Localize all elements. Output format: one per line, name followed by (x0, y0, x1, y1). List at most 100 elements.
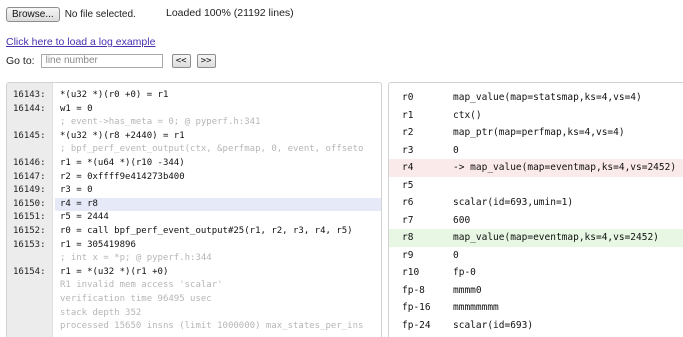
register-row-r9: r9 0 (389, 247, 683, 265)
log-line[interactable]: 16149: r3 = 0 (7, 184, 381, 198)
log-comment-line[interactable]: processed 15650 insns (limit 1000000) ma… (7, 320, 381, 334)
register-value: map_ptr(map=perfmap,ks=4,vs=4) (453, 127, 625, 138)
browse-button[interactable]: Browse... (6, 6, 60, 22)
load-example-link[interactable]: Click here to load a log example (6, 36, 155, 48)
line-text: r1 = 305419896 (60, 239, 136, 250)
register-row-r10: r10 fp-0 (389, 264, 683, 282)
log-line[interactable]: 16143: *(u32 *)(r0 +0) = r1 (7, 89, 381, 103)
register-row-r0: r0 map_value(map=statsmap,ks=4,vs=4) (389, 89, 683, 107)
line-text: r4 = r8 (60, 198, 98, 209)
log-comment-line[interactable]: ; bpf_perf_event_output(ctx, &perfmap, 0… (7, 143, 381, 157)
register-value: -> map_value(map=eventmap,ks=4,vs=2452) (453, 162, 677, 173)
log-line[interactable]: 16151: r5 = 2444 (7, 211, 381, 225)
line-text: r5 = 2444 (60, 212, 109, 223)
line-text: w1 = 0 (60, 103, 93, 114)
log-line[interactable]: 16146: r1 = *(u64 *)(r10 -344) (7, 157, 381, 171)
register-value: 600 (453, 214, 471, 226)
log-line[interactable]: 16153: r1 = 305419896 (7, 239, 381, 253)
goto-bar: Go to: << >> (6, 53, 216, 68)
register-row-fp-16: fp-16 mmmmmmmm (389, 299, 683, 317)
register-value: ctx() (453, 109, 482, 121)
file-toolbar: Browse... No file selected. Loaded 100% … (6, 6, 294, 22)
register-state-panel: r0 map_value(map=statsmap,ks=4,vs=4) r1 ctx… (388, 82, 683, 337)
register-value: map_value(map=statsmap,ks=4,vs=4) (453, 92, 642, 103)
log-comment-line[interactable]: stack depth 352 (7, 307, 381, 321)
log-panel[interactable]: 16143: *(u32 *)(r0 +0) = r1 16144: w1 = 0 ; … (6, 82, 382, 337)
register-row-r6: r6 scalar(id=693,umin=1) (389, 194, 683, 212)
line-text: r0 = call bpf_perf_event_output#25(r1, r… (60, 226, 353, 236)
line-number: 16154: (13, 266, 46, 277)
line-text: *(u32 *)(r0 +0) = r1 (60, 90, 169, 100)
register-value: scalar(id=693) (453, 319, 534, 331)
log-comment-line[interactable]: R1 invalid mem access 'scalar' (7, 279, 381, 293)
register-value: fp-0 (453, 267, 476, 278)
register-name: r1 (402, 109, 414, 121)
register-name: r5 (402, 179, 414, 191)
log-line[interactable]: 16147: r2 = 0xffff9e414273b400 (7, 171, 381, 185)
log-line[interactable]: 16145: *(u32 *)(r8 +2440) = r1 (7, 130, 381, 144)
register-name: r3 (402, 144, 414, 156)
log-line[interactable]: 16144: w1 = 0 (7, 103, 381, 117)
next-button[interactable]: >> (196, 53, 216, 68)
line-number-input[interactable] (40, 53, 163, 68)
selected-line-highlight (55, 197, 381, 212)
log-comment-line[interactable]: verification time 96495 usec (7, 293, 381, 307)
register-name: r10 (402, 267, 420, 278)
line-number: 16147: (13, 171, 46, 182)
register-row-r8: r8 map_value(map=eventmap,ks=4,vs=2452) (389, 229, 683, 247)
line-text: ; event->has_meta = 0; @ pyperf.h:341 (60, 117, 261, 128)
register-name: r8 (402, 232, 414, 243)
line-number: 16152: (13, 226, 46, 236)
line-text: *(u32 *)(r8 +2440) = r1 (60, 130, 185, 141)
line-number: 16151: (13, 212, 46, 223)
line-text: r3 = 0 (60, 185, 93, 196)
line-text: ; bpf_perf_event_output(ctx, &perfmap, 0… (60, 144, 364, 155)
line-text: r2 = 0xffff9e414273b400 (60, 171, 185, 182)
register-name: fp-16 (402, 302, 431, 313)
register-row-r3: r3 0 (389, 142, 683, 160)
prev-button[interactable]: << (171, 53, 191, 68)
register-row-fp-24: fp-24 scalar(id=693) (389, 317, 683, 335)
register-row-fp-8: fp-8 mmmm0 (389, 282, 683, 300)
line-number: 16146: (13, 158, 46, 168)
register-name: r2 (402, 127, 414, 138)
register-name: fp-24 (402, 319, 431, 331)
log-line[interactable]: 16152: r0 = call bpf_perf_event_output#25… (7, 225, 381, 239)
register-value: mmmm0 (453, 284, 482, 296)
register-value: 0 (453, 144, 459, 156)
register-row-r2: r2 map_ptr(map=perfmap,ks=4,vs=4) (389, 124, 683, 142)
line-text: verification time 96495 usec (60, 294, 212, 304)
line-text: r1 = *(u64 *)(r10 -344) (60, 158, 185, 168)
register-row-r7: r7 600 (389, 212, 683, 230)
log-comment-line[interactable]: ; int x = *p; @ pyperf.h:344 (7, 252, 381, 266)
line-number: 16145: (13, 130, 46, 141)
register-row-r1: r1 ctx() (389, 107, 683, 125)
log-line-selected[interactable]: 16150: r4 = r8 (7, 197, 381, 212)
register-row-r4: r4 -> map_value(map=eventmap,ks=4,vs=2452… (389, 159, 683, 177)
log-line[interactable]: 16154: r1 = *(u32 *)(r1 +0) (7, 266, 381, 280)
line-text: processed 15650 insns (limit 1000000) ma… (60, 321, 364, 332)
register-row-r5: r5 (389, 177, 683, 195)
line-number: 16144: (13, 103, 46, 114)
register-name: r6 (402, 197, 414, 208)
line-number: 16143: (13, 90, 46, 100)
register-name: r0 (402, 92, 414, 103)
goto-label: Go to: (6, 54, 35, 67)
register-value: map_value(map=eventmap,ks=4,vs=2452) (453, 232, 659, 243)
line-text: R1 invalid mem access 'scalar' (60, 280, 223, 291)
line-text: ; int x = *p; @ pyperf.h:344 (60, 253, 212, 264)
register-value: scalar(id=693,umin=1) (453, 197, 574, 208)
line-text: stack depth 352 (60, 307, 142, 318)
log-comment-line[interactable]: ; event->has_meta = 0; @ pyperf.h:341 (7, 116, 381, 130)
register-name: r9 (402, 249, 414, 261)
register-name: r7 (402, 214, 414, 226)
line-number: 16150: (13, 198, 46, 209)
line-number: 16153: (13, 239, 46, 250)
register-value: mmmmmmmm (453, 302, 499, 313)
line-number: 16149: (13, 185, 46, 196)
register-value: 0 (453, 249, 459, 261)
register-name: fp-8 (402, 284, 425, 296)
file-status: No file selected. (64, 8, 136, 20)
line-text: r1 = *(u32 *)(r1 +0) (60, 266, 169, 277)
load-status: Loaded 100% (21192 lines) (166, 7, 294, 19)
